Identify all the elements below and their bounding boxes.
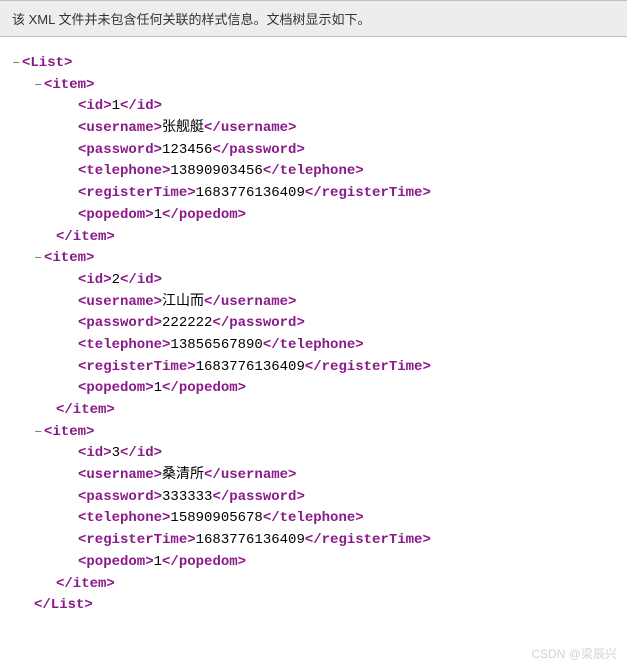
xml-line: <telephone>13890903456</telephone>: [12, 161, 615, 183]
xml-close-tag: </telephone>: [263, 163, 364, 179]
xml-open-tag: <id>: [78, 272, 112, 288]
xml-text-value: 2: [112, 272, 120, 288]
xml-open-tag: <id>: [78, 98, 112, 114]
collapse-toggle-icon[interactable]: –: [34, 422, 44, 444]
xml-open-tag: <registerTime>: [78, 359, 196, 375]
xml-line: <id>1</id>: [12, 96, 615, 118]
xml-close-tag: </username>: [204, 467, 296, 483]
xml-line: –<List>: [12, 53, 615, 75]
xml-line: <registerTime>1683776136409</registerTim…: [12, 530, 615, 552]
xml-open-tag: <popedom>: [78, 380, 154, 396]
xml-close-tag: </registerTime>: [305, 185, 431, 201]
xml-line: <username>江山而</username>: [12, 292, 615, 314]
xml-open-tag: <item>: [44, 77, 94, 93]
xml-line: –<item>: [12, 248, 615, 270]
xml-close-tag: </popedom>: [162, 207, 246, 223]
watermark: CSDN @梁辰兴: [531, 645, 617, 662]
xml-close-tag: </item>: [56, 402, 115, 418]
xml-close-tag: </telephone>: [263, 510, 364, 526]
xml-line: –<item>: [12, 422, 615, 444]
xml-open-tag: <password>: [78, 315, 162, 331]
xml-line: <id>2</id>: [12, 270, 615, 292]
xml-text-value: 江山而: [162, 294, 204, 310]
xml-text-value: 3: [112, 445, 120, 461]
xml-text-value: 333333: [162, 489, 212, 505]
xml-line: </List>: [12, 595, 615, 617]
xml-line: <popedom>1</popedom>: [12, 552, 615, 574]
xml-text-value: 1683776136409: [196, 359, 305, 375]
xml-line: <password>123456</password>: [12, 140, 615, 162]
xml-text-value: 1: [154, 207, 162, 223]
xml-line: <telephone>15890905678</telephone>: [12, 508, 615, 530]
xml-text-value: 张舰艇: [162, 120, 204, 136]
xml-text-value: 1: [154, 554, 162, 570]
xml-open-tag: <item>: [44, 250, 94, 266]
xml-close-tag: </popedom>: [162, 380, 246, 396]
xml-open-tag: <id>: [78, 445, 112, 461]
collapse-toggle-icon[interactable]: –: [34, 75, 44, 97]
xml-close-tag: </List>: [34, 597, 93, 613]
xml-close-tag: </password>: [212, 489, 304, 505]
xml-open-tag: <password>: [78, 142, 162, 158]
xml-text-value: 13856567890: [170, 337, 262, 353]
xml-close-tag: </registerTime>: [305, 359, 431, 375]
xml-line: –<item>: [12, 75, 615, 97]
xml-close-tag: </password>: [212, 142, 304, 158]
xml-open-tag: <registerTime>: [78, 532, 196, 548]
xml-text-value: 13890903456: [170, 163, 262, 179]
xml-line: </item>: [12, 400, 615, 422]
xml-open-tag: <List>: [22, 55, 72, 71]
xml-line: <registerTime>1683776136409</registerTim…: [12, 357, 615, 379]
xml-line: </item>: [12, 574, 615, 596]
xml-open-tag: <username>: [78, 120, 162, 136]
xml-text-value: 123456: [162, 142, 212, 158]
xml-tree: –<List>–<item><id>1</id><username>张舰艇</u…: [0, 37, 627, 629]
xml-line: <popedom>1</popedom>: [12, 205, 615, 227]
xml-close-tag: </username>: [204, 120, 296, 136]
xml-open-tag: <popedom>: [78, 554, 154, 570]
xml-close-tag: </item>: [56, 576, 115, 592]
xml-line: <popedom>1</popedom>: [12, 378, 615, 400]
xml-open-tag: <telephone>: [78, 510, 170, 526]
xml-close-tag: </username>: [204, 294, 296, 310]
xml-close-tag: </id>: [120, 445, 162, 461]
xml-open-tag: <telephone>: [78, 163, 170, 179]
xml-open-tag: <username>: [78, 294, 162, 310]
collapse-toggle-icon[interactable]: –: [34, 248, 44, 270]
xml-open-tag: <registerTime>: [78, 185, 196, 201]
xml-close-tag: </id>: [120, 98, 162, 114]
xml-close-tag: </registerTime>: [305, 532, 431, 548]
info-text: 该 XML 文件并未包含任何关联的样式信息。文档树显示如下。: [12, 12, 370, 27]
xml-line: <telephone>13856567890</telephone>: [12, 335, 615, 357]
xml-line: <registerTime>1683776136409</registerTim…: [12, 183, 615, 205]
xml-line: </item>: [12, 227, 615, 249]
xml-line: <password>222222</password>: [12, 313, 615, 335]
xml-open-tag: <telephone>: [78, 337, 170, 353]
xml-close-tag: </popedom>: [162, 554, 246, 570]
xml-line: <id>3</id>: [12, 443, 615, 465]
xml-text-value: 1683776136409: [196, 532, 305, 548]
xml-line: <password>333333</password>: [12, 487, 615, 509]
xml-open-tag: <password>: [78, 489, 162, 505]
watermark-text: CSDN @梁辰兴: [531, 647, 617, 661]
xml-text-value: 桑清所: [162, 467, 204, 483]
collapse-toggle-icon[interactable]: –: [12, 53, 22, 75]
xml-line: <username>张舰艇</username>: [12, 118, 615, 140]
xml-close-tag: </item>: [56, 229, 115, 245]
xml-close-tag: </id>: [120, 272, 162, 288]
xml-text-value: 1683776136409: [196, 185, 305, 201]
xml-text-value: 222222: [162, 315, 212, 331]
xml-close-tag: </password>: [212, 315, 304, 331]
info-banner: 该 XML 文件并未包含任何关联的样式信息。文档树显示如下。: [0, 0, 627, 37]
xml-line: <username>桑清所</username>: [12, 465, 615, 487]
xml-open-tag: <username>: [78, 467, 162, 483]
xml-close-tag: </telephone>: [263, 337, 364, 353]
xml-open-tag: <popedom>: [78, 207, 154, 223]
xml-text-value: 15890905678: [170, 510, 262, 526]
xml-open-tag: <item>: [44, 424, 94, 440]
xml-text-value: 1: [154, 380, 162, 396]
xml-text-value: 1: [112, 98, 120, 114]
